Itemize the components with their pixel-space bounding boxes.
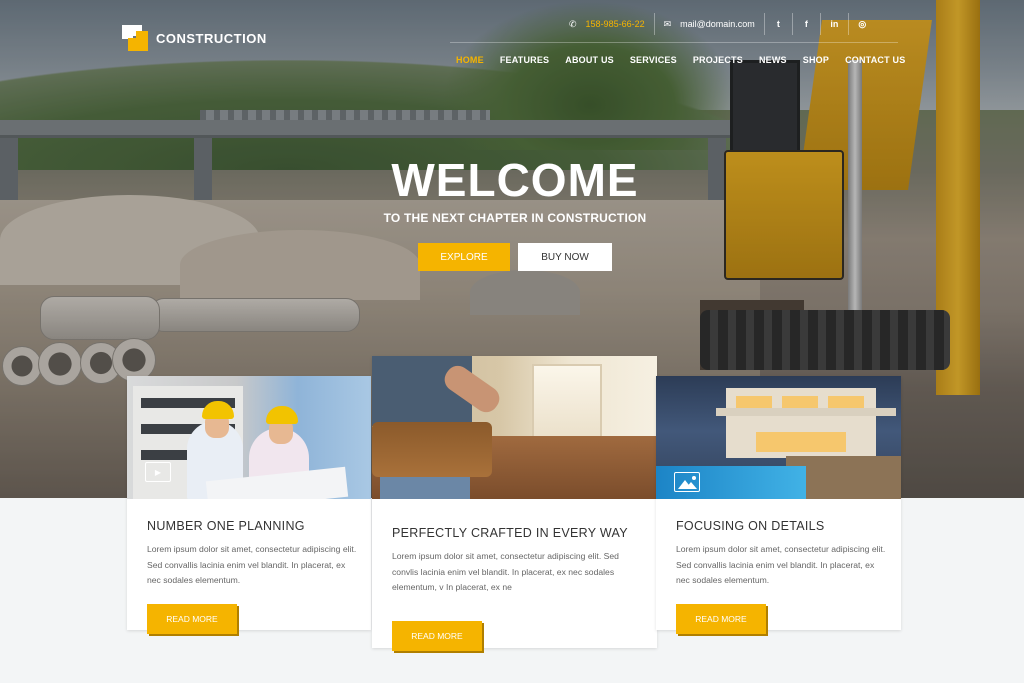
card-image-worker: [372, 356, 657, 499]
nav-item-home[interactable]: HOME: [456, 55, 484, 65]
email-address: mail@domain.com: [680, 19, 755, 29]
read-more-button[interactable]: READ MORE: [676, 604, 766, 634]
video-icon[interactable]: ▶: [145, 462, 171, 482]
card-image-house: [656, 376, 901, 499]
phone-number: 158-985-66-22: [585, 19, 645, 29]
hero-title: WELCOME: [391, 154, 639, 206]
topbar: ✆ 158-985-66-22 ✉ mail@domain.com t f in…: [560, 13, 876, 35]
card-title: NUMBER ONE PLANNING: [147, 519, 305, 533]
card-text: Lorem ipsum dolor sit amet, consectetur …: [147, 544, 357, 585]
read-more-button[interactable]: READ MORE: [147, 604, 237, 634]
nav-item-services[interactable]: SERVICES: [630, 55, 677, 65]
facebook-icon[interactable]: f: [791, 13, 820, 35]
brand-name: CONSTRUCTION: [156, 30, 267, 46]
card-image-engineers: ▶: [127, 376, 371, 499]
card-title: FOCUSING ON DETAILS: [676, 519, 825, 533]
phone-contact[interactable]: ✆ 158-985-66-22: [560, 13, 654, 35]
logo-icon: [122, 25, 148, 51]
explore-button[interactable]: EXPLORE: [418, 243, 510, 271]
card-title: PERFECTLY CRAFTED IN EVERY WAY: [392, 526, 628, 540]
email-contact[interactable]: ✉ mail@domain.com: [653, 13, 764, 35]
linkedin-icon[interactable]: in: [819, 13, 848, 35]
logo[interactable]: CONSTRUCTION: [122, 25, 267, 51]
card-text: Lorem ipsum dolor sit amet, consectetur …: [676, 544, 886, 585]
nav-item-projects[interactable]: PROJECTS: [693, 55, 743, 65]
card-text: Lorem ipsum dolor sit amet, consectetur …: [392, 551, 619, 592]
buy-now-button[interactable]: BUY NOW: [518, 243, 612, 271]
nav-item-news[interactable]: NEWS: [759, 55, 787, 65]
feature-card-details: FOCUSING ON DETAILS Lorem ipsum dolor si…: [656, 376, 901, 634]
roof: [716, 408, 896, 416]
tool-belt: [372, 422, 492, 477]
main-nav: HOME FEATURES ABOUT US SERVICES PROJECTS…: [456, 55, 905, 65]
nav-item-features[interactable]: FEATURES: [500, 55, 549, 65]
read-more-button[interactable]: READ MORE: [392, 621, 482, 651]
nav-item-about-us[interactable]: ABOUT US: [565, 55, 614, 65]
feature-card-planning: ▶ NUMBER ONE PLANNING Lorem ipsum dolor …: [127, 376, 371, 634]
dribbble-icon[interactable]: ◎: [847, 13, 876, 35]
mail-icon: ✉: [663, 18, 672, 29]
feature-card-crafted: PERFECTLY CRAFTED IN EVERY WAY Lorem ips…: [372, 356, 657, 651]
twitter-icon[interactable]: t: [763, 13, 792, 35]
hero-subtitle: TO THE NEXT CHAPTER IN CONSTRUCTION: [383, 211, 647, 225]
house: [726, 388, 876, 458]
header-divider: [450, 42, 898, 43]
nav-item-shop[interactable]: SHOP: [803, 55, 829, 65]
hard-hat: [266, 406, 298, 424]
nav-item-contact-us[interactable]: CONTACT US: [845, 55, 905, 65]
image-icon[interactable]: [674, 472, 700, 492]
phone-icon: ✆: [569, 18, 577, 29]
